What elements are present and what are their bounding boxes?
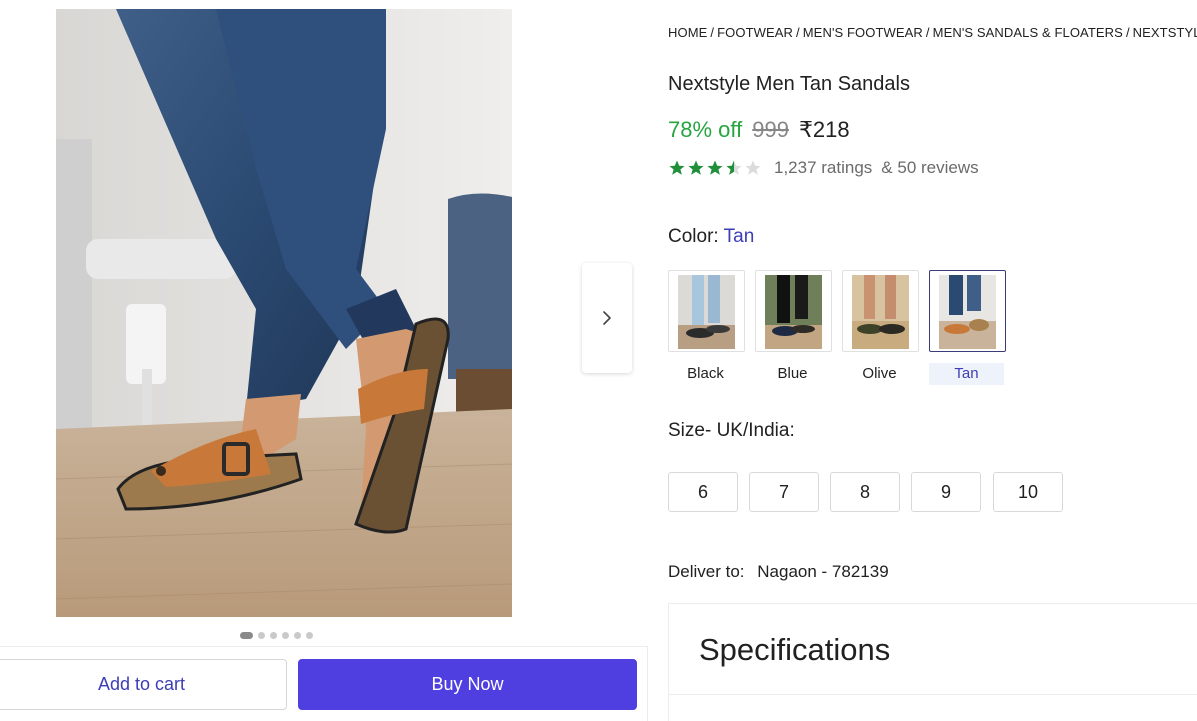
breadcrumb-footwear[interactable]: FOOTWEAR [717, 25, 793, 40]
color-label: Color: Tan [668, 226, 755, 247]
swatch-image [765, 275, 822, 349]
size-option-8[interactable]: 8 [830, 472, 900, 512]
star-empty-icon [745, 160, 761, 175]
color-label-black[interactable]: Black [668, 363, 743, 385]
color-label-tan[interactable]: Tan [929, 363, 1004, 385]
carousel-dots [240, 631, 313, 639]
action-bar: Add to cart Buy Now [0, 646, 648, 721]
buy-now-button[interactable]: Buy Now [298, 659, 637, 710]
size-option-7[interactable]: 7 [749, 472, 819, 512]
breadcrumb-home[interactable]: HOME [668, 25, 707, 40]
swatch-image [852, 275, 909, 349]
product-title: Nextstyle Men Tan Sandals [668, 73, 910, 95]
star-full-icon [669, 160, 685, 175]
star-half-icon [726, 160, 742, 175]
rating-row: 1,237 ratings & 50 reviews [668, 158, 979, 178]
reviews-count[interactable]: & 50 reviews [881, 158, 978, 178]
add-to-cart-button[interactable]: Add to cart [0, 659, 287, 710]
selected-color: Tan [723, 226, 755, 247]
discount-percent: 78% off [668, 117, 743, 142]
size-option-6[interactable]: 6 [668, 472, 738, 512]
color-swatch-black[interactable] [668, 270, 745, 352]
selling-price: ₹218 [798, 117, 850, 142]
carousel-dot[interactable] [306, 631, 313, 639]
deliver-label: Deliver to: [668, 562, 745, 581]
breadcrumb-mens-footwear[interactable]: MEN'S FOOTWEAR [803, 25, 923, 40]
color-label-blue[interactable]: Blue [755, 363, 830, 385]
delivery-location[interactable]: Nagaon - 782139 [757, 562, 888, 581]
divider [669, 694, 1197, 695]
ratings-count[interactable]: 1,237 ratings [774, 158, 872, 178]
price-row: 78% off 999 ₹218 [668, 117, 850, 143]
breadcrumb: HOME / FOOTWEAR / MEN'S FOOTWEAR / MEN'S SANDA… [668, 25, 1197, 40]
carousel-dot[interactable] [270, 631, 277, 639]
chevron-right-icon [603, 311, 611, 325]
carousel-dot-active[interactable] [240, 631, 253, 639]
size-label: Size- UK/India: [668, 420, 795, 441]
specifications-title: Specifications [699, 632, 891, 667]
size-option-9[interactable]: 9 [911, 472, 981, 512]
color-label-olive[interactable]: Olive [842, 363, 917, 385]
star-rating [668, 159, 762, 177]
color-swatch-olive[interactable] [842, 270, 919, 352]
swatch-image [678, 275, 735, 349]
star-full-icon [688, 160, 704, 175]
breadcrumb-mens-sandals[interactable]: MEN'S SANDALS & FLOATERS [933, 25, 1123, 40]
product-image[interactable] [56, 9, 512, 617]
specifications-section: Specifications [668, 603, 1197, 721]
breadcrumb-nextstyle[interactable]: NEXTSTYLE MEN'S SANDALS [1133, 25, 1197, 40]
size-option-10[interactable]: 10 [993, 472, 1063, 512]
color-swatch-tan[interactable] [929, 270, 1006, 352]
carousel-dot[interactable] [258, 631, 265, 639]
original-price: 999 [752, 117, 789, 142]
swatch-image [939, 275, 996, 349]
next-image-button[interactable] [582, 263, 632, 373]
color-swatch-blue[interactable] [755, 270, 832, 352]
carousel-dot[interactable] [294, 631, 301, 639]
carousel-dot[interactable] [282, 631, 289, 639]
sandal-photo [56, 9, 512, 617]
star-full-icon [707, 160, 723, 175]
deliver-to: Deliver to: Nagaon - 782139 [668, 562, 889, 582]
